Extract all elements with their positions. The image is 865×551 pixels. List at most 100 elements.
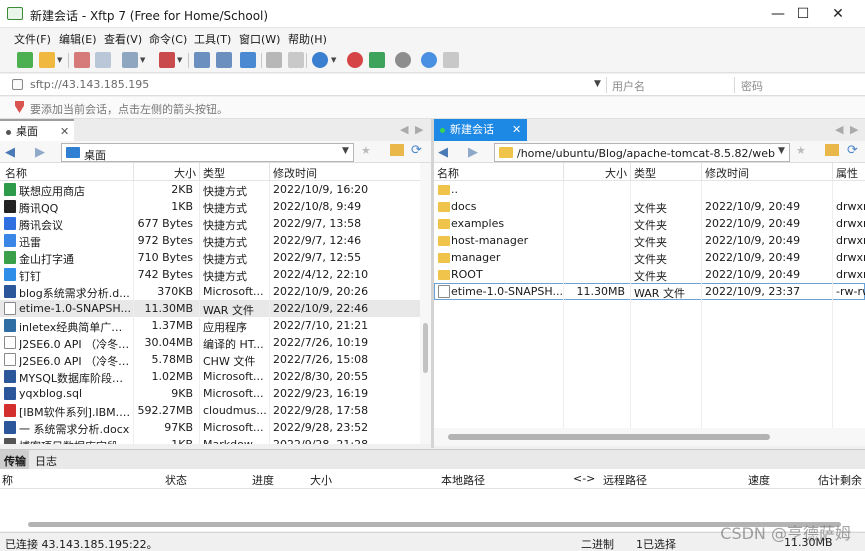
paste-icon[interactable] bbox=[288, 52, 304, 68]
col-divider[interactable] bbox=[563, 163, 564, 181]
table-row[interactable]: blog系统需求分析.d... 370KB Microsoft... 2022/10/… bbox=[0, 283, 420, 300]
col-modified[interactable]: 修改时间 bbox=[273, 165, 317, 181]
right-h-scrollbar[interactable] bbox=[434, 428, 865, 446]
close-icon[interactable]: ✕ bbox=[60, 121, 69, 143]
table-row[interactable]: 迅雷 972 Bytes 快捷方式 2022/9/7, 12:46 bbox=[0, 232, 420, 249]
close-icon[interactable]: ✕ bbox=[512, 119, 521, 141]
forward-arrow-icon[interactable]: ▶ bbox=[468, 145, 478, 160]
parent-folder-icon[interactable] bbox=[390, 144, 404, 156]
table-row[interactable]: MYSQL数据库阶段考... 1.02MB Microsoft... 2022/8/3… bbox=[0, 368, 420, 385]
upload-icon[interactable] bbox=[194, 52, 210, 68]
chevron-down-icon[interactable]: ▼ bbox=[177, 56, 182, 64]
col-remaining[interactable]: 估计剩余 bbox=[818, 472, 862, 488]
new-session-icon[interactable] bbox=[17, 52, 33, 68]
col-modified[interactable]: 修改时间 bbox=[705, 165, 749, 181]
col-divider[interactable] bbox=[832, 163, 833, 181]
table-row[interactable]: examples 文件夹 2022/10/9, 20:49 drwxr bbox=[434, 215, 865, 232]
table-row[interactable]: J2SE6.0 API （冷冬大... 5.78MB CHW 文件 2022/7/26… bbox=[0, 351, 420, 368]
tab-scroll-right-icon[interactable]: ▶ bbox=[850, 123, 858, 136]
gear-icon[interactable] bbox=[395, 52, 411, 68]
col-name[interactable]: 名称 bbox=[437, 165, 459, 181]
table-row[interactable]: 联想应用商店 2KB 快捷方式 2022/10/9, 16:20 bbox=[0, 181, 420, 198]
table-row[interactable]: 博客项目数据库字段... 1KB Markdow... 2022/9/28, 21:2… bbox=[0, 436, 420, 444]
host-address-input[interactable]: sftp://43.143.185.195 bbox=[30, 78, 149, 91]
table-row[interactable]: inletex经典简单广播... 1.37MB 应用程序 2022/7/10, 21:… bbox=[0, 317, 420, 334]
col-progress[interactable]: 进度 bbox=[252, 472, 274, 488]
col-name[interactable]: 名称 bbox=[5, 165, 27, 181]
left-scroll-thumb[interactable] bbox=[423, 323, 428, 373]
username-field[interactable]: 用户名 bbox=[612, 78, 645, 94]
table-row[interactable]: 腾讯会议 677 Bytes 快捷方式 2022/9/7, 13:58 bbox=[0, 215, 420, 232]
reconnect-icon[interactable] bbox=[95, 52, 111, 68]
table-row[interactable]: [IBM软件系列].IBM.R... 592.27MB cloudmus... 202… bbox=[0, 402, 420, 419]
open-folder-icon[interactable] bbox=[39, 52, 55, 68]
chevron-down-icon[interactable]: ▼ bbox=[594, 79, 601, 89]
tab-scroll-left-icon[interactable]: ◀ bbox=[835, 123, 843, 136]
tab-log[interactable]: 日志 bbox=[35, 453, 57, 469]
properties-icon[interactable] bbox=[122, 52, 138, 68]
disconnect-icon[interactable] bbox=[74, 52, 90, 68]
globe-icon[interactable] bbox=[312, 52, 328, 68]
table-row[interactable]: ROOT 文件夹 2022/10/9, 20:49 drwxr bbox=[434, 266, 865, 283]
menu-view[interactable]: 查看(V) bbox=[104, 31, 142, 47]
chevron-down-icon[interactable]: ▼ bbox=[778, 146, 785, 156]
terminal-icon[interactable] bbox=[369, 52, 385, 68]
parent-folder-icon[interactable] bbox=[825, 144, 839, 156]
left-scrollbar[interactable] bbox=[420, 163, 431, 444]
tab-scroll-right-icon[interactable]: ▶ bbox=[415, 123, 423, 136]
tab-remote-session[interactable]: 新建会话 ✕ bbox=[434, 119, 527, 141]
table-row[interactable]: etime-1.0-SNAPSH... 11.30MB WAR 文件 2022/10/… bbox=[0, 300, 420, 317]
col-divider[interactable] bbox=[199, 163, 200, 181]
menu-edit[interactable]: 编辑(E) bbox=[59, 31, 97, 47]
back-arrow-icon[interactable]: ◀ bbox=[5, 145, 15, 160]
forward-arrow-icon[interactable]: ▶ bbox=[35, 145, 45, 160]
table-row[interactable]: host-manager 文件夹 2022/10/9, 20:49 drwxr bbox=[434, 232, 865, 249]
table-row[interactable]: 金山打字通 710 Bytes 快捷方式 2022/9/7, 12:55 bbox=[0, 249, 420, 266]
refresh-icon[interactable]: ⟳ bbox=[847, 143, 858, 158]
tab-local-desktop[interactable]: 桌面 ✕ bbox=[0, 119, 74, 141]
star-icon[interactable]: ★ bbox=[796, 144, 806, 157]
col-status[interactable]: 状态 bbox=[165, 472, 187, 488]
table-row[interactable]: docs 文件夹 2022/10/9, 20:49 drwxr bbox=[434, 198, 865, 215]
transfer-scroll-thumb[interactable] bbox=[28, 522, 841, 527]
col-type[interactable]: 类型 bbox=[203, 165, 225, 181]
menu-command[interactable]: 命令(C) bbox=[149, 31, 187, 47]
col-divider[interactable] bbox=[269, 163, 270, 181]
right-path-input[interactable]: /home/ubuntu/Blog/apache-tomcat-8.5.82/w… bbox=[494, 143, 790, 162]
about-icon[interactable] bbox=[443, 52, 459, 68]
tab-scroll-left-icon[interactable]: ◀ bbox=[400, 123, 408, 136]
sync-icon[interactable] bbox=[240, 52, 256, 68]
col-name[interactable]: 称 bbox=[2, 472, 13, 488]
col-type[interactable]: 类型 bbox=[634, 165, 656, 181]
table-row[interactable]: 一 系统需求分析.docx 97KB Microsoft... 2022/9/28, … bbox=[0, 419, 420, 436]
col-direction[interactable]: <-> bbox=[573, 472, 595, 485]
chevron-down-icon[interactable]: ▼ bbox=[57, 56, 62, 64]
col-divider[interactable] bbox=[133, 163, 134, 181]
chevron-down-icon[interactable]: ▼ bbox=[342, 146, 349, 156]
menu-help[interactable]: 帮助(H) bbox=[288, 31, 327, 47]
refresh-icon[interactable]: ⟳ bbox=[411, 143, 422, 158]
bookmark-icon[interactable] bbox=[15, 101, 24, 113]
password-field[interactable]: 密码 bbox=[741, 78, 763, 94]
col-size[interactable]: 大小 bbox=[605, 165, 627, 181]
table-row[interactable]: 钉钉 742 Bytes 快捷方式 2022/4/12, 22:10 bbox=[0, 266, 420, 283]
table-row[interactable]: yqxblog.sql 9KB Microsoft... 2022/9/23, 16:… bbox=[0, 385, 420, 402]
back-arrow-icon[interactable]: ◀ bbox=[438, 145, 448, 160]
menu-tools[interactable]: 工具(T) bbox=[194, 31, 231, 47]
table-row[interactable]: manager 文件夹 2022/10/9, 20:49 drwxr bbox=[434, 249, 865, 266]
col-size[interactable]: 大小 bbox=[174, 165, 196, 181]
star-icon[interactable]: ★ bbox=[361, 144, 371, 157]
play-icon[interactable] bbox=[159, 52, 175, 68]
close-button[interactable]: ✕ bbox=[815, 0, 861, 28]
table-row[interactable]: 腾讯QQ 1KB 快捷方式 2022/10/8, 9:49 bbox=[0, 198, 420, 215]
col-attributes[interactable]: 属性 bbox=[836, 165, 858, 181]
col-speed[interactable]: 速度 bbox=[748, 472, 770, 488]
menu-window[interactable]: 窗口(W) bbox=[239, 31, 280, 47]
table-row[interactable]: etime-1.0-SNAPSH... 11.30MB WAR 文件 2022/10/… bbox=[434, 283, 865, 300]
right-scroll-thumb[interactable] bbox=[448, 434, 770, 440]
left-path-input[interactable]: 桌面 ▼ bbox=[61, 143, 354, 162]
col-divider[interactable] bbox=[630, 163, 631, 181]
chevron-down-icon[interactable]: ▼ bbox=[331, 56, 336, 64]
tab-transfer[interactable]: 传输 bbox=[4, 453, 26, 469]
col-remote-path[interactable]: 远程路径 bbox=[603, 472, 647, 488]
